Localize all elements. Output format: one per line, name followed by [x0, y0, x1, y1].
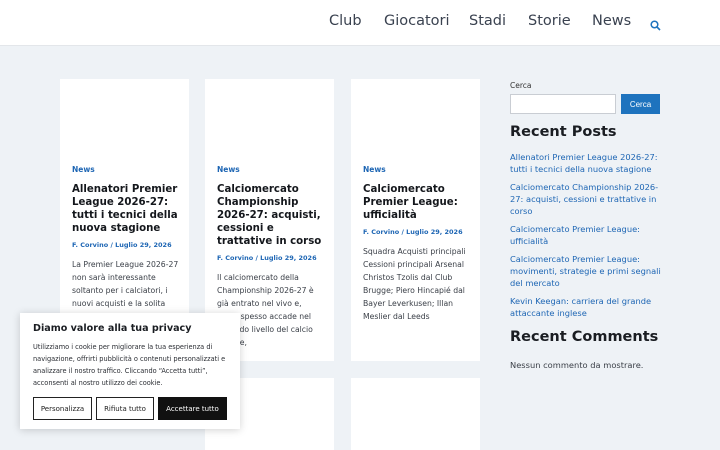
- post-title[interactable]: Calciomercato Championship 2026-27: acqu…: [217, 183, 325, 248]
- site-header: Club Giocatori Stadi Storie News: [0, 0, 720, 46]
- accept-all-button[interactable]: Accettare tutto: [158, 397, 227, 420]
- nav-item-club[interactable]: Club: [329, 13, 362, 29]
- post-card: [351, 378, 480, 450]
- recent-post-link[interactable]: Calciomercato Premier League: ufficialit…: [510, 223, 662, 247]
- search-input[interactable]: [510, 94, 616, 114]
- post-meta[interactable]: F. Corvino / Luglio 29, 2026: [217, 254, 317, 262]
- nav-item-giocatori[interactable]: Giocatori: [384, 13, 450, 29]
- post-category-link[interactable]: News: [217, 165, 240, 174]
- post-excerpt: Squadra Acquisti principali Cessioni pri…: [363, 247, 466, 321]
- customize-button[interactable]: Personalizza: [33, 397, 92, 420]
- post-title[interactable]: Allenatori Premier League 2026-27: tutti…: [72, 183, 180, 235]
- nav-item-stadi[interactable]: Stadi: [469, 13, 506, 29]
- post-excerpt: La Premier League 2026-27 non sarà inter…: [72, 260, 179, 308]
- cookie-consent-banner: Diamo valore alla tua privacy Utilizziam…: [20, 313, 240, 429]
- recent-post-link[interactable]: Kevin Keegan: carriera del grande attacc…: [510, 295, 662, 319]
- post-meta[interactable]: F. Corvino / Luglio 29, 2026: [72, 241, 172, 249]
- no-comments-text: Nessun commento da mostrare.: [510, 360, 644, 370]
- recent-comments-heading: Recent Comments: [510, 329, 659, 345]
- cookie-text: Utilizziamo i cookie per migliorare la t…: [33, 343, 226, 387]
- search-button[interactable]: Cerca: [621, 94, 660, 114]
- recent-post-link[interactable]: Calciomercato Championship 2026-27: acqu…: [510, 181, 662, 217]
- post-category-link[interactable]: News: [363, 165, 386, 174]
- post-card: News Calciomercato Premier League: uffic…: [351, 79, 480, 361]
- nav-item-news[interactable]: News: [592, 13, 631, 29]
- recent-post-link[interactable]: Allenatori Premier League 2026-27: tutti…: [510, 151, 662, 175]
- recent-post-link[interactable]: Calciomercato Premier League: movimenti,…: [510, 253, 662, 289]
- reject-all-button[interactable]: Rifiuta tutto: [96, 397, 154, 420]
- search-label: Cerca: [510, 81, 532, 90]
- cookie-title: Diamo valore alla tua privacy: [33, 323, 192, 334]
- search-icon[interactable]: [650, 16, 661, 31]
- nav-item-storie[interactable]: Storie: [528, 13, 571, 29]
- post-category-link[interactable]: News: [72, 165, 95, 174]
- recent-posts-heading: Recent Posts: [510, 124, 617, 140]
- post-title[interactable]: Calciomercato Premier League: ufficialit…: [363, 183, 471, 222]
- post-meta[interactable]: F. Corvino / Luglio 29, 2026: [363, 228, 463, 236]
